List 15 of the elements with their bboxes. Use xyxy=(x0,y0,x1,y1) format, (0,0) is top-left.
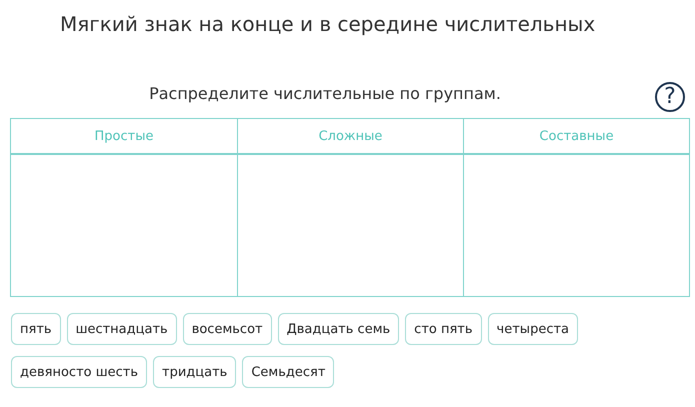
column-header: Простые xyxy=(11,119,237,155)
word-chip[interactable]: Семьдесят xyxy=(242,356,334,388)
word-chip[interactable]: четыреста xyxy=(488,313,578,345)
page-title: Мягкий знак на конце и в середине числительных xyxy=(60,11,596,38)
word-chip[interactable]: тридцать xyxy=(153,356,236,388)
word-chip[interactable]: пять xyxy=(11,313,61,345)
column-header: Сложные xyxy=(237,119,463,155)
column-header: Составные xyxy=(463,119,689,155)
word-chip[interactable]: девяносто шесть xyxy=(11,356,148,388)
word-chip[interactable]: сто пять xyxy=(405,313,482,345)
help-button[interactable]: ? xyxy=(655,82,685,112)
word-chip[interactable]: восемьсот xyxy=(182,313,272,345)
instruction-text: Распределите числительные по группам. xyxy=(149,84,501,105)
word-chip[interactable]: шестнадцать xyxy=(66,313,177,345)
word-chip[interactable]: Двадцать семь xyxy=(278,313,400,345)
